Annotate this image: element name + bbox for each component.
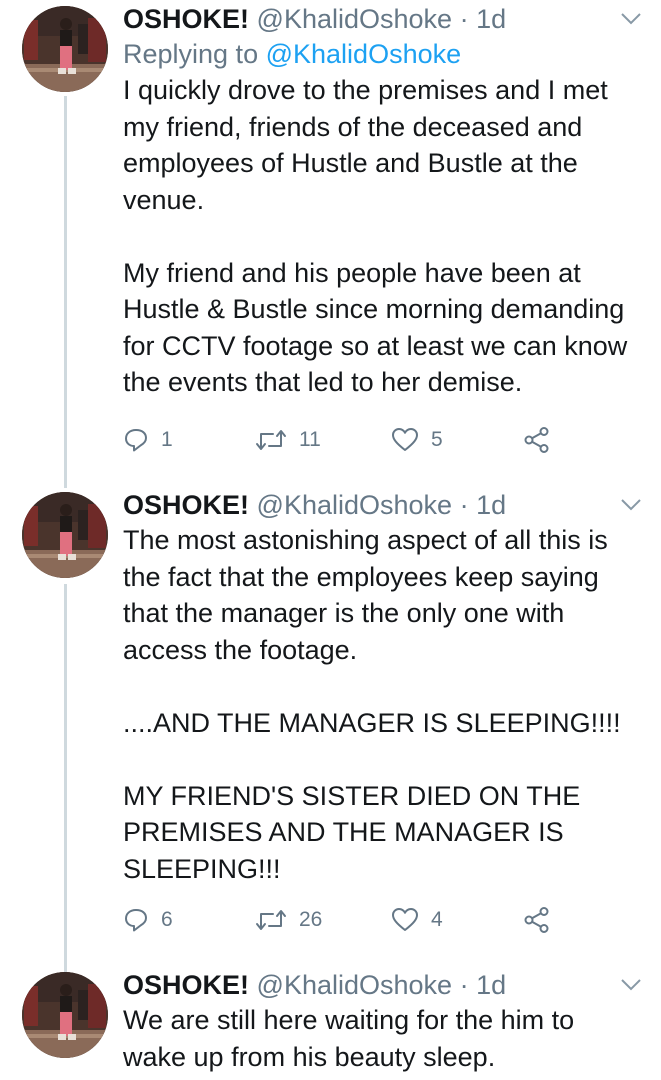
tweet-paragraph: ....AND THE MANAGER IS SLEEPING!!!!: [123, 707, 621, 738]
tweet-actions: 6 26 4: [123, 902, 563, 938]
tweet-text: The most astonishing aspect of all this …: [123, 522, 643, 887]
chevron-down-icon[interactable]: [619, 976, 643, 994]
reply-button[interactable]: 6: [123, 902, 173, 938]
user-handle[interactable]: @KhalidOshoke: [257, 4, 453, 34]
like-button[interactable]: 5: [391, 422, 443, 458]
heart-icon: [392, 908, 418, 931]
replying-to-handle[interactable]: @KhalidOshoke: [266, 39, 462, 69]
tweet[interactable]: OSHOKE! @KhalidOshoke · 1d Replying to @…: [0, 0, 661, 470]
separator: ·: [459, 4, 469, 34]
avatar-image: [22, 492, 108, 578]
replying-to: Replying to @KhalidOshoke: [123, 36, 643, 72]
share-button[interactable]: [523, 422, 551, 458]
tweet-paragraph: We are still here waiting for the him to…: [123, 1005, 575, 1072]
tweet-header: OSHOKE! @KhalidOshoke · 1d: [123, 2, 643, 36]
tweet-paragraph: MY FRIEND'S SISTER DIED ON THE PREMISES …: [123, 780, 581, 884]
retweet-icon: [256, 430, 286, 450]
display-name[interactable]: OSHOKE!: [123, 970, 249, 1000]
tweet-paragraph: The most astonishing aspect of all this …: [123, 525, 608, 665]
tweet-header: OSHOKE! @KhalidOshoke · 1d: [123, 968, 643, 1002]
like-button[interactable]: 4: [391, 902, 443, 938]
timestamp[interactable]: 1d: [476, 490, 506, 520]
avatar[interactable]: [22, 972, 108, 1058]
tweet[interactable]: OSHOKE! @KhalidOshoke · 1d The most asto…: [0, 488, 661, 958]
avatar-image: [22, 6, 108, 92]
user-handle[interactable]: @KhalidOshoke: [257, 490, 453, 520]
retweet-button[interactable]: 11: [255, 422, 321, 458]
tweet-actions: 1 11 5: [123, 422, 563, 458]
share-button[interactable]: [523, 902, 551, 938]
timestamp[interactable]: 1d: [476, 970, 506, 1000]
tweet-paragraph: My friend and his people have been at Hu…: [123, 257, 628, 398]
chevron-down-icon[interactable]: [619, 496, 643, 514]
reply-icon: [125, 909, 147, 932]
retweet-button[interactable]: 26: [255, 902, 322, 938]
like-count: 5: [431, 428, 443, 451]
display-name[interactable]: OSHOKE!: [123, 490, 249, 520]
reply-count: 1: [161, 428, 173, 451]
reply-icon: [125, 429, 147, 452]
avatar[interactable]: [22, 492, 108, 578]
like-count: 4: [431, 908, 443, 931]
user-handle[interactable]: @KhalidOshoke: [257, 970, 453, 1000]
retweet-icon: [256, 910, 286, 930]
retweet-count: 26: [299, 908, 323, 931]
replying-to-label: Replying to: [123, 39, 259, 69]
tweet[interactable]: OSHOKE! @KhalidOshoke · 1d We are still …: [0, 966, 661, 1080]
timestamp[interactable]: 1d: [476, 4, 506, 34]
share-icon: [524, 427, 549, 453]
tweet-text: I quickly drove to the premises and I me…: [123, 72, 643, 401]
avatar-image: [22, 972, 108, 1058]
tweet-header: OSHOKE! @KhalidOshoke · 1d: [123, 488, 643, 522]
separator: ·: [459, 970, 469, 1000]
avatar[interactable]: [22, 6, 108, 92]
retweet-count: 11: [299, 428, 321, 451]
reply-count: 6: [161, 908, 173, 931]
reply-button[interactable]: 1: [123, 422, 173, 458]
share-icon: [524, 907, 549, 933]
chevron-down-icon[interactable]: [619, 10, 643, 28]
separator: ·: [459, 490, 469, 520]
tweet-paragraph: I quickly drove to the premises and I me…: [123, 75, 608, 215]
heart-icon: [392, 428, 418, 451]
tweet-text: We are still here waiting for the him to…: [123, 1002, 643, 1075]
display-name[interactable]: OSHOKE!: [123, 4, 249, 34]
